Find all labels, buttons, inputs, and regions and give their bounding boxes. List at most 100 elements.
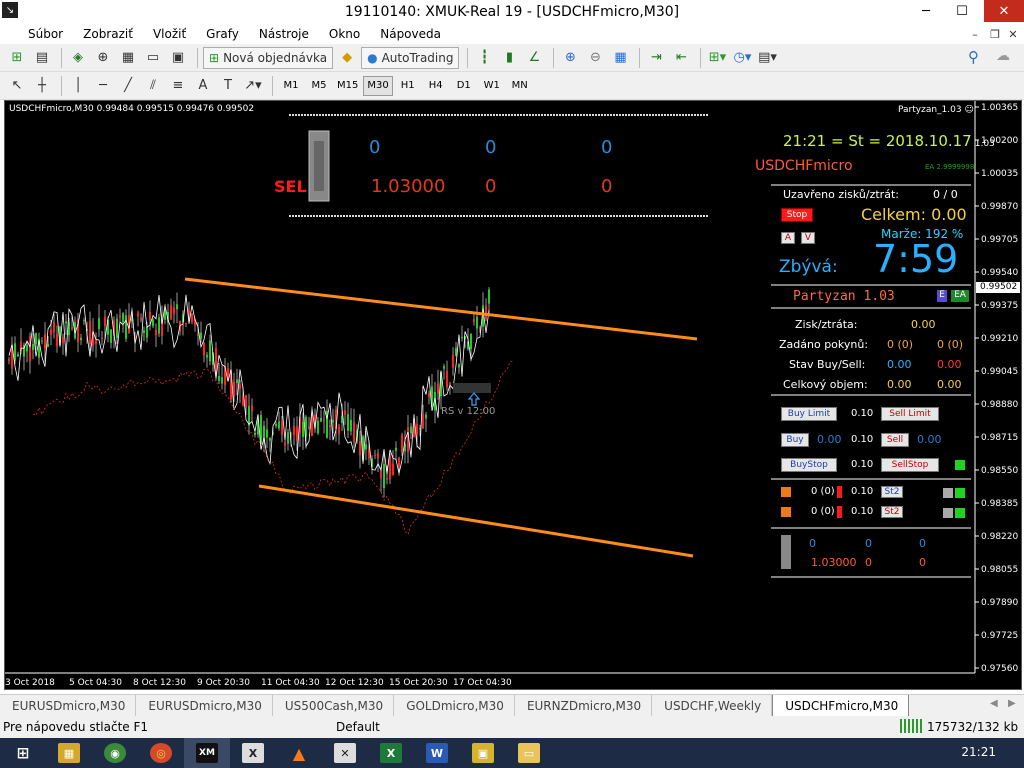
chart-shift-icon[interactable]: ⇤	[670, 47, 692, 69]
st-green-icon[interactable]	[955, 488, 965, 498]
tab-eurusd-2[interactable]: EURUSDmicro,M30	[136, 695, 273, 717]
indicators-icon[interactable]: ⊞▾	[706, 47, 728, 69]
new-order-button[interactable]: ⊞ Nová objednávka	[203, 46, 334, 69]
templates-icon[interactable]: ▤▾	[756, 47, 778, 69]
chart-window[interactable]: 1.00365 1.00200 1.00035 0.99870 0.99705 0.995…	[4, 100, 1022, 690]
task-xm[interactable]: XM	[184, 738, 230, 768]
bar-chart-icon[interactable]: ┇	[473, 47, 495, 69]
fibonacci-icon[interactable]: ≡	[167, 75, 189, 97]
menu-help[interactable]: Nápoveda	[380, 27, 441, 41]
metaeditor-icon[interactable]: ◆	[336, 47, 358, 69]
mdi-minimize-button[interactable]: –	[966, 26, 984, 42]
cursor-icon[interactable]: ↖	[6, 75, 28, 97]
menu-file[interactable]: Súbor	[28, 27, 63, 41]
task-x[interactable]: X	[230, 738, 276, 768]
channel-icon[interactable]: ⫽	[142, 75, 164, 97]
zoom-out-icon[interactable]: ⊖	[584, 47, 606, 69]
buy-stop-button[interactable]: BuyStop	[781, 458, 837, 472]
timeframe-mn[interactable]: MN	[507, 76, 533, 96]
timeframe-w1[interactable]: W1	[479, 76, 505, 96]
data-window-icon[interactable]: ⊕	[92, 47, 114, 69]
community-icon[interactable]: ☁	[996, 48, 1010, 64]
price-label: 0.99540	[981, 268, 1018, 278]
trendline-icon[interactable]: ╱	[117, 75, 139, 97]
timeframe-m30[interactable]: M30	[363, 75, 393, 96]
tab-usdchf-weekly[interactable]: USDCHF,Weekly	[652, 695, 773, 717]
timeframe-m15[interactable]: M15	[334, 76, 361, 96]
st-minus-icon[interactable]	[781, 487, 791, 497]
vertical-line-icon[interactable]: │	[67, 75, 89, 97]
sell-stop-button[interactable]: SellStop	[881, 458, 939, 472]
timeframe-d1[interactable]: D1	[451, 76, 477, 96]
task-vlc[interactable]: ▲	[276, 738, 322, 768]
text-icon[interactable]: A	[192, 75, 214, 97]
sell-limit-button[interactable]: Sell Limit	[881, 407, 939, 421]
tab-us500[interactable]: US500Cash,M30	[273, 695, 395, 717]
menu-charts[interactable]: Grafy	[206, 27, 239, 41]
tab-scroll-left-icon[interactable]: ◀	[990, 698, 998, 709]
start-button[interactable]: ⊞	[0, 738, 46, 768]
overlay-top-value: 0	[601, 137, 613, 158]
tester-icon[interactable]: ▣	[167, 47, 189, 69]
a-button[interactable]: A	[781, 232, 795, 244]
close-button[interactable]: ✕	[984, 0, 1024, 22]
st-green-icon[interactable]	[955, 508, 965, 518]
task-files[interactable]: ▦	[46, 738, 92, 768]
terminal-icon[interactable]: ▭	[142, 47, 164, 69]
st2-button[interactable]: St2	[881, 486, 903, 498]
tab-usdchf-m30[interactable]: USDCHFmicro,M30	[772, 695, 910, 717]
task-app[interactable]: ✕	[322, 738, 368, 768]
zoom-in-icon[interactable]: ⊕	[559, 47, 581, 69]
mdi-close-button[interactable]: ✕	[1004, 26, 1022, 42]
task-chrome[interactable]: ◎	[138, 738, 184, 768]
buy-button[interactable]: Buy	[781, 433, 809, 447]
task-excel[interactable]: X	[368, 738, 414, 768]
st-minus-grey-icon[interactable]	[943, 508, 953, 518]
timeframe-m5[interactable]: M5	[306, 76, 332, 96]
timeframe-h4[interactable]: H4	[423, 76, 449, 96]
tile-windows-icon[interactable]: ▦	[609, 47, 631, 69]
st-minus-grey-icon[interactable]	[943, 488, 953, 498]
periods-icon[interactable]: ◷▾	[731, 47, 753, 69]
ea-smile-icon: ☺	[964, 105, 974, 115]
v-button[interactable]: V	[801, 232, 815, 244]
tab-eurusd-1[interactable]: EURUSDmicro,M30	[0, 695, 137, 717]
autotrading-button[interactable]: ● AutoTrading	[361, 46, 460, 69]
candle-body	[119, 315, 121, 318]
minimize-button[interactable]: ─	[910, 0, 942, 22]
task-word[interactable]: W	[414, 738, 460, 768]
sell-button[interactable]: Sell	[881, 433, 909, 447]
candle-body	[383, 464, 385, 489]
stop-button[interactable]: Stop	[781, 208, 813, 222]
crosshair-icon[interactable]: ┼	[31, 75, 53, 97]
profiles-icon[interactable]: ▤	[31, 47, 53, 69]
search-icon[interactable]: ⚲	[968, 48, 979, 66]
st2-button[interactable]: St2	[881, 506, 903, 518]
timeframe-h1[interactable]: H1	[395, 76, 421, 96]
autoscroll-icon[interactable]: ⇥	[645, 47, 667, 69]
arrows-icon[interactable]: ↗▾	[242, 75, 264, 97]
timeframe-m1[interactable]: M1	[278, 76, 304, 96]
mdi-restore-button[interactable]: ❐	[986, 26, 1004, 42]
st-minus-icon[interactable]	[781, 507, 791, 517]
market-watch-icon[interactable]: ◈	[67, 47, 89, 69]
menu-tools[interactable]: Nástroje	[259, 27, 309, 41]
line-chart-icon[interactable]: ∠	[523, 47, 545, 69]
tab-gold[interactable]: GOLDmicro,M30	[394, 695, 515, 717]
maximize-button[interactable]: ☐	[946, 0, 978, 22]
new-chart-icon[interactable]: ⊞	[6, 47, 28, 69]
tab-scroll-right-icon[interactable]: ▶	[1008, 698, 1016, 709]
buy-limit-button[interactable]: Buy Limit	[781, 407, 837, 421]
tab-eurnzd[interactable]: EURNZDmicro,M30	[515, 695, 653, 717]
task-app-globe[interactable]: ◉	[92, 738, 138, 768]
menu-window[interactable]: Okno	[329, 27, 360, 41]
text-label-icon[interactable]: T	[217, 75, 239, 97]
menu-view[interactable]: Zobraziť	[83, 27, 133, 41]
horizontal-line-icon[interactable]: ─	[92, 75, 114, 97]
task-explorer[interactable]: ▭	[506, 738, 552, 768]
sell-price: 0.00	[917, 433, 942, 446]
navigator-icon[interactable]: ▦	[117, 47, 139, 69]
candlestick-icon[interactable]: ▮	[498, 47, 520, 69]
task-images[interactable]: ▣	[460, 738, 506, 768]
menu-insert[interactable]: Vložiť	[153, 27, 186, 41]
